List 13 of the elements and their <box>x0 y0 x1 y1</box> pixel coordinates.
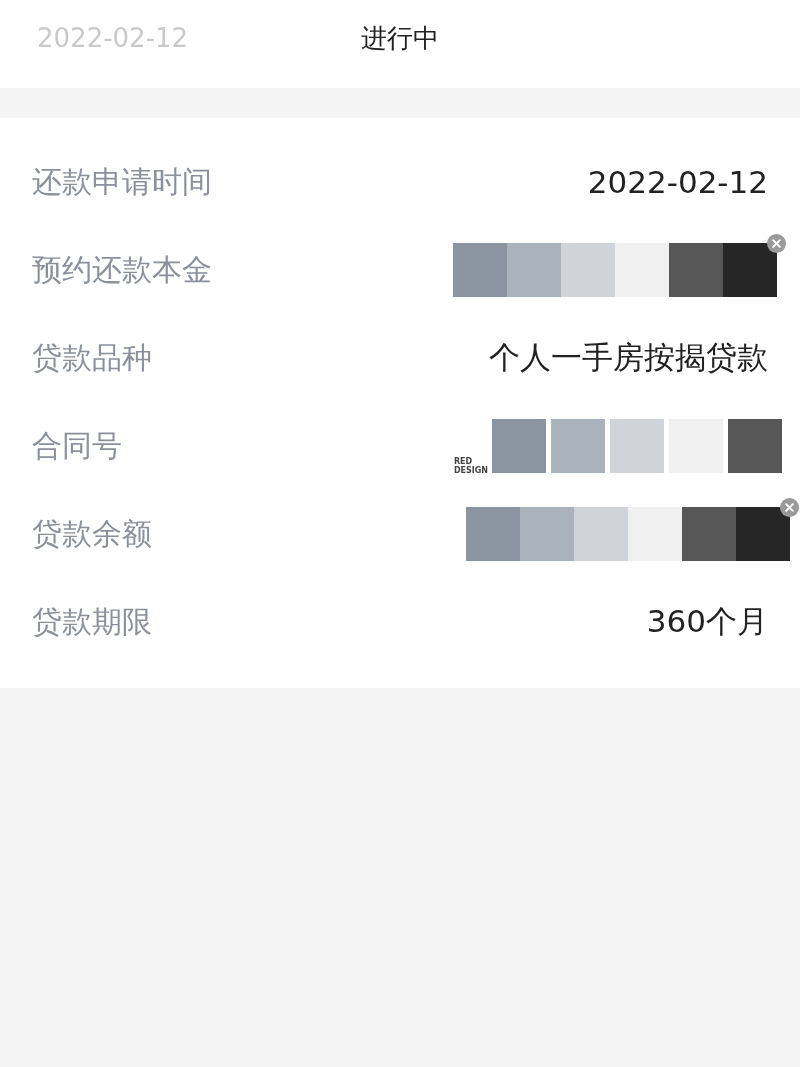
logo-text: RED DESIGN <box>453 457 488 475</box>
close-icon[interactable] <box>767 234 786 253</box>
detail-label: 贷款期限 <box>32 602 152 641</box>
detail-label: 预约还款本金 <box>32 250 212 289</box>
step-status: 进行中 <box>361 22 439 55</box>
detail-label: 还款申请时间 <box>32 162 212 201</box>
detail-value: 360个月 <box>646 602 768 641</box>
detail-label: 合同号 <box>32 426 122 465</box>
detail-label: 贷款余额 <box>32 514 152 553</box>
detail-value: 个人一手房按揭贷款 <box>489 338 768 377</box>
close-icon[interactable] <box>780 498 799 517</box>
detail-value: 2022-02-12 <box>587 164 768 200</box>
detail-label: 贷款品种 <box>32 338 152 377</box>
